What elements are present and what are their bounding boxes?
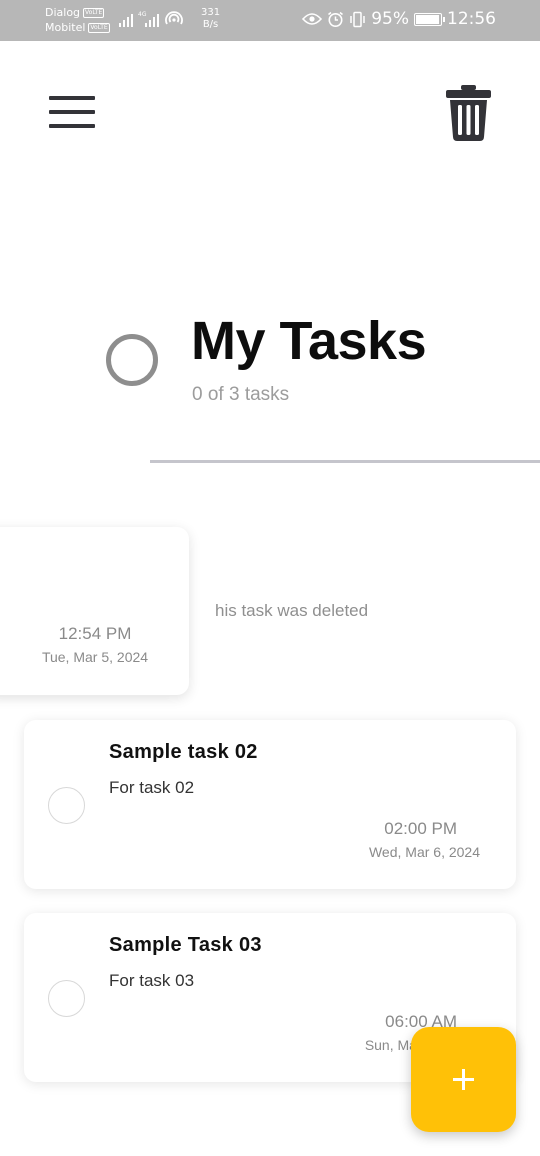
clock: 12:56 (447, 9, 496, 29)
task-title: Sample task 02 (109, 741, 258, 763)
svg-text:4G: 4G (138, 11, 147, 18)
battery-icon (414, 12, 445, 26)
status-bar: Dialog VoLTE Mobitel VoLTE 4G 331 B/s 95… (0, 0, 540, 41)
volte-badge: VoLTE (88, 22, 110, 33)
network-speed-value: 331 (201, 7, 221, 18)
task-checkbox[interactable] (48, 980, 85, 1017)
task-date: Tue, Mar 5, 2024 (41, 649, 149, 665)
deleted-task-message: his task was deleted (215, 601, 369, 620)
hamburger-menu-icon-line (49, 96, 95, 100)
eye-comfort-icon (302, 13, 323, 25)
vibrate-icon (350, 11, 365, 27)
battery-level-fill (416, 14, 439, 24)
network-speed: 331 B/s (201, 7, 220, 31)
task-time: 02:00 PM (384, 819, 457, 838)
volte-badge: VoLTE (83, 7, 105, 18)
carrier-1-name: Dialog (45, 6, 81, 19)
task-description: For task 02 (109, 778, 195, 797)
carrier-2-name: Mobitel (45, 21, 86, 34)
swiped-task-card[interactable]: 12:54 PM Tue, Mar 5, 2024 (0, 527, 189, 695)
network-speed-unit: B/s (202, 19, 219, 30)
hamburger-menu-icon-line (49, 124, 95, 128)
status-right: 95% 12:56 (302, 9, 496, 29)
battery-percentage: 95% (371, 9, 409, 29)
delete-button[interactable] (446, 85, 491, 141)
page-title: My Tasks (191, 311, 427, 371)
hamburger-menu-icon-line (49, 110, 95, 114)
signal-strength-icon (119, 14, 133, 27)
task-time: 12:54 PM (58, 624, 132, 643)
hotspot-icon (165, 11, 183, 25)
task-count: 0 of 3 tasks (192, 384, 290, 405)
task-date: Wed, Mar 6, 2024 (368, 844, 480, 860)
signal-strength-icon: 4G (138, 11, 159, 27)
plus-icon (411, 1027, 516, 1132)
header-divider (150, 460, 540, 463)
menu-button[interactable] (49, 96, 95, 130)
trash-icon (446, 85, 491, 141)
carrier-info: Dialog VoLTE Mobitel VoLTE (45, 5, 110, 35)
task-description: For task 03 (109, 971, 195, 990)
task-title: Sample Task 03 (109, 934, 262, 956)
task-card[interactable]: Sample task 02 For task 02 02:00 PM Wed,… (24, 720, 516, 889)
progress-ring (106, 334, 158, 386)
add-task-button[interactable] (411, 1027, 516, 1132)
signal-icons: 4G (118, 10, 184, 28)
task-checkbox[interactable] (48, 787, 85, 824)
alarm-icon (328, 11, 344, 27)
